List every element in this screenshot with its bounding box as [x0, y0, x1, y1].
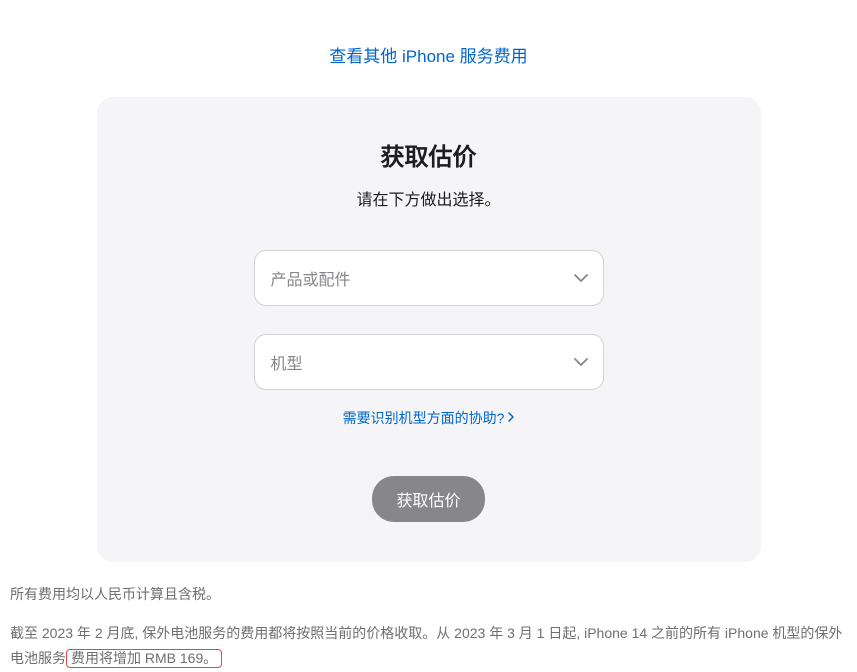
product-select-placeholder: 产品或配件 [271, 266, 351, 290]
chevron-right-icon [508, 411, 514, 425]
footer-line-1: 所有费用均以人民币计算且含税。 [10, 582, 847, 607]
top-link-wrapper: 查看其他 iPhone 服务费用 [10, 0, 847, 97]
card-title: 获取估价 [137, 137, 721, 172]
model-select-placeholder: 机型 [271, 350, 303, 374]
identify-model-help-link[interactable]: 需要识别机型方面的协助? [343, 408, 515, 428]
estimate-card: 获取估价 请在下方做出选择。 产品或配件 机型 需要识别机型方面的协助? [97, 97, 761, 562]
price-increase-highlight: 费用将增加 RMB 169。 [66, 649, 222, 668]
product-select[interactable]: 产品或配件 [254, 250, 604, 306]
get-estimate-button[interactable]: 获取估价 [372, 476, 484, 522]
model-select-wrapper: 机型 [254, 334, 604, 390]
help-link-text: 需要识别机型方面的协助? [343, 408, 505, 428]
footer-line-2: 截至 2023 年 2 月底, 保外电池服务的费用都将按照当前的价格收取。从 2… [10, 621, 847, 671]
model-select[interactable]: 机型 [254, 334, 604, 390]
card-subtitle: 请在下方做出选择。 [137, 186, 721, 210]
product-select-wrapper: 产品或配件 [254, 250, 604, 306]
footer-text: 所有费用均以人民币计算且含税。 截至 2023 年 2 月底, 保外电池服务的费… [10, 562, 847, 672]
other-iphone-service-fee-link[interactable]: 查看其他 iPhone 服务费用 [329, 47, 527, 66]
